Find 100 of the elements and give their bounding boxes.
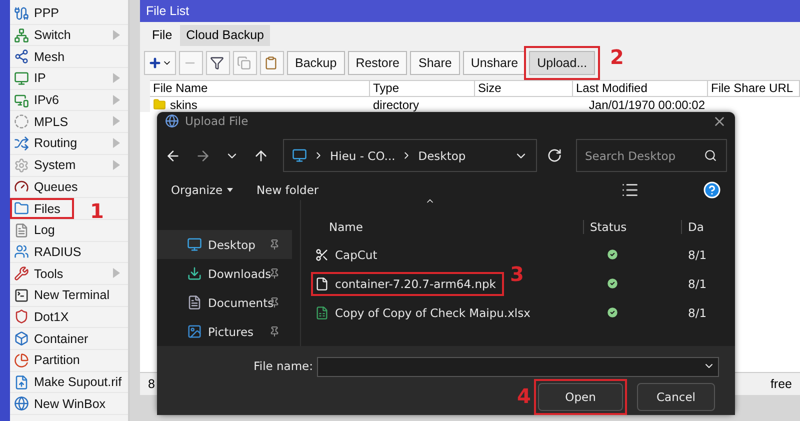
step-number: 2 — [610, 45, 624, 69]
menu-item[interactable]: New WinBox — [10, 393, 128, 416]
table-cell: skins — [170, 98, 198, 112]
monitor-icon — [14, 92, 29, 108]
menu-item[interactable]: Log — [10, 220, 128, 242]
help-icon[interactable] — [703, 180, 721, 199]
cable-icon — [14, 6, 29, 21]
new-folder-button[interactable]: New folder — [256, 182, 319, 197]
up-icon[interactable] — [253, 148, 269, 164]
app-icon — [165, 114, 179, 128]
menu-item[interactable]: RADIUS — [10, 242, 128, 264]
breadcrumb-item[interactable]: Hieu - CO... — [330, 148, 396, 163]
file-name: CapCut — [335, 248, 378, 262]
step-number: 4 — [517, 384, 531, 408]
terminal-icon — [14, 288, 29, 303]
spreadsheet-icon — [315, 306, 329, 320]
network-icon — [14, 28, 29, 43]
toolbar-button[interactable]: Share — [410, 51, 460, 75]
filter-icon — [210, 56, 224, 70]
toolbar-button[interactable]: Backup — [287, 51, 345, 75]
column-header[interactable]: Size — [475, 81, 573, 97]
dialog-button[interactable]: Cancel — [637, 383, 715, 411]
add-button[interactable] — [144, 51, 176, 75]
synced-icon — [606, 306, 619, 319]
clipboard-icon — [264, 56, 278, 70]
organize-button[interactable]: Organize — [171, 182, 233, 197]
menu-label: Routing — [34, 136, 78, 150]
column-header[interactable]: Last Modified — [573, 81, 708, 97]
nav-item[interactable]: Downloads — [157, 259, 292, 288]
back-icon[interactable] — [165, 148, 181, 164]
nodes-icon — [14, 49, 29, 64]
menu-item[interactable]: MPLS — [10, 111, 128, 134]
menu-label: Dot1X — [34, 310, 69, 324]
menu-label: New Terminal — [34, 288, 110, 302]
date-text: 8/1 — [688, 306, 708, 320]
menu-label: PPP — [34, 6, 60, 20]
refresh-icon[interactable] — [547, 148, 562, 164]
menu-item[interactable]: Mesh — [10, 46, 128, 68]
menu-item[interactable]: IPv6 — [10, 90, 128, 112]
column-header[interactable]: File Name — [150, 81, 370, 97]
column-header[interactable]: Type — [370, 81, 475, 97]
menu-item[interactable]: System — [10, 154, 128, 176]
tab[interactable]: Cloud Backup — [180, 25, 270, 46]
menu-label: System — [34, 158, 76, 172]
gear-icon — [14, 158, 29, 173]
file-name-field[interactable] — [317, 356, 719, 376]
nav-item[interactable]: Pictures — [157, 317, 292, 346]
menu-item[interactable]: Switch — [10, 24, 128, 46]
menu-item[interactable]: PPP — [10, 3, 128, 25]
menu-label: RADIUS — [34, 244, 82, 259]
column-header[interactable]: File Share URL — [708, 81, 800, 97]
toolbar-button[interactable]: Unshare — [462, 51, 526, 75]
address-bar[interactable]: Hieu - CO... Desktop — [283, 139, 537, 172]
file-icon — [14, 374, 29, 390]
nav-item[interactable]: Desktop — [157, 230, 292, 259]
menu-item[interactable]: IP — [10, 68, 128, 90]
dialog-button[interactable]: Open — [538, 383, 623, 411]
submenu-arrow-icon — [113, 73, 120, 84]
field-label: File name: — [254, 359, 313, 373]
menu-label: IPv6 — [34, 93, 60, 108]
toolbar-button[interactable]: Restore — [348, 51, 408, 75]
filter-button[interactable] — [206, 51, 230, 75]
download-icon — [187, 266, 202, 281]
file-name: container-7.20.7-arm64.npk — [335, 276, 496, 290]
wrench-icon — [14, 266, 29, 282]
table-cell-text: Jan/01/1970 00:00:02 — [588, 97, 706, 112]
menu-item[interactable]: Dot1X — [10, 306, 128, 328]
menu-label: MPLS — [34, 114, 68, 129]
menu-item[interactable]: Make Supout.rif — [10, 372, 128, 394]
search-icon — [704, 149, 717, 162]
search-field[interactable]: Search Desktop — [576, 139, 727, 172]
forward-icon[interactable] — [195, 148, 211, 164]
menu-label: Make Supout.rif — [34, 375, 122, 390]
menu-item[interactable]: Partition — [10, 350, 128, 372]
breadcrumb-item[interactable]: Desktop — [418, 148, 466, 163]
submenu-arrow-icon — [113, 138, 120, 148]
date-text: 8/1 — [688, 276, 708, 290]
file-entry[interactable]: Copy of Copy of Check Maipu.xlsx — [311, 300, 538, 324]
column-header[interactable]: Da — [681, 220, 735, 234]
menu-item[interactable]: Container — [10, 328, 128, 350]
container-icon — [14, 331, 29, 346]
step-number: 3 — [510, 262, 524, 286]
menu-item[interactable]: Queues — [10, 176, 128, 198]
monitor-icon — [14, 70, 29, 86]
synced-icon — [606, 248, 619, 261]
submenu-arrow-icon — [113, 30, 120, 40]
column-header[interactable]: Status — [583, 220, 681, 234]
menu-item[interactable]: Routing — [10, 133, 128, 155]
menu-label: Tools — [34, 266, 64, 281]
menu-item[interactable]: Tools — [10, 263, 128, 285]
highlight-frame[interactable]: container-7.20.7-arm64.npk — [311, 272, 504, 296]
nav-item[interactable]: Documents — [157, 288, 292, 317]
column-header[interactable]: Name — [301, 220, 583, 234]
paste-button[interactable] — [260, 51, 284, 75]
menu-label: Log — [34, 223, 55, 238]
synced-icon — [606, 277, 619, 290]
toolbar-button[interactable]: Upload... — [529, 51, 596, 75]
menu-item[interactable]: New Terminal — [10, 284, 128, 307]
scissors-icon — [315, 248, 329, 262]
file-entry[interactable]: CapCut — [311, 242, 386, 266]
